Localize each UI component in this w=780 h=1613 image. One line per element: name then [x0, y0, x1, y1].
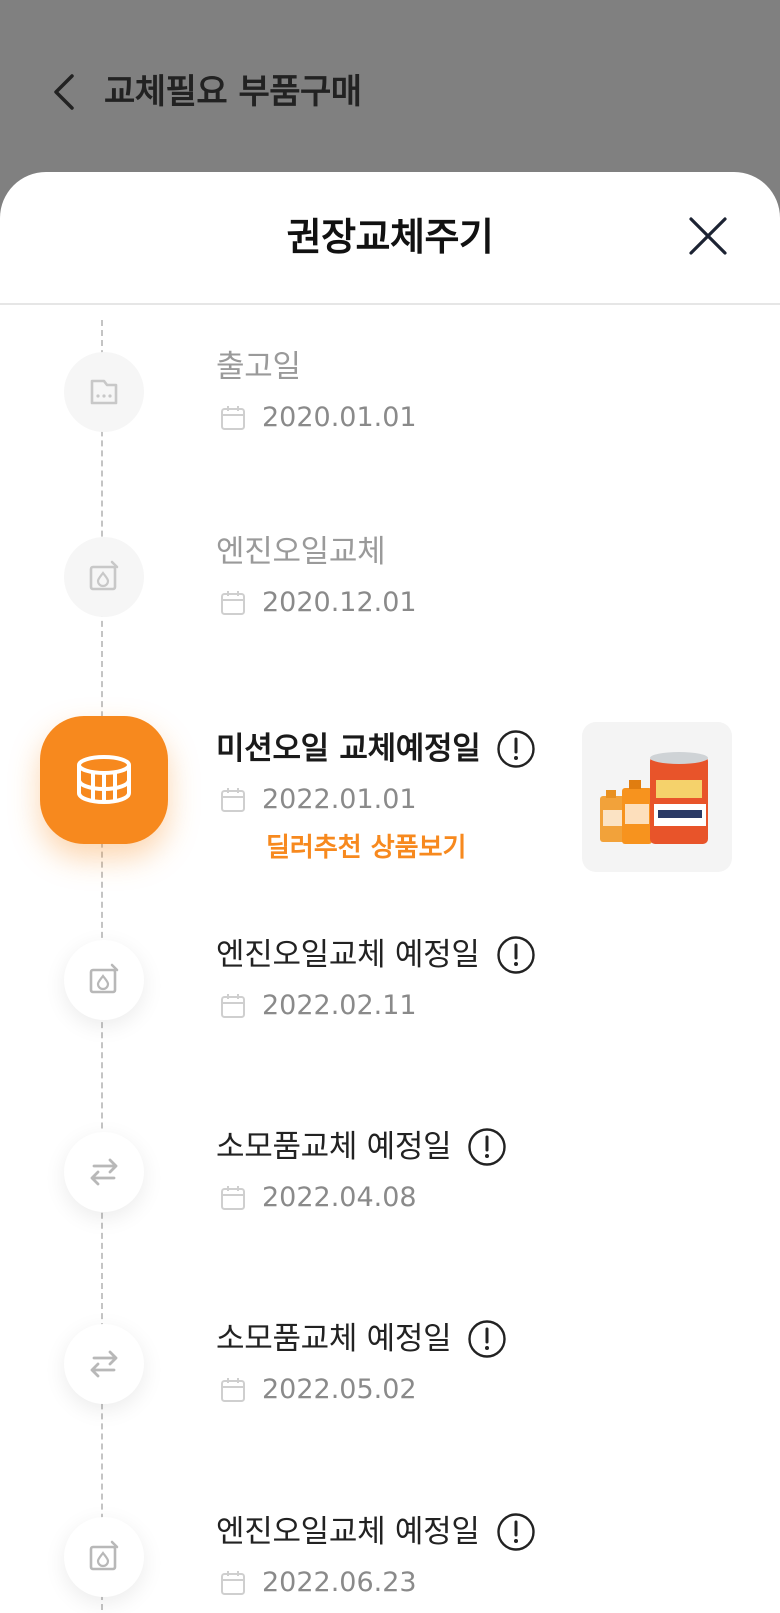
- calendar-icon: [220, 787, 246, 813]
- document-icon: [90, 379, 118, 405]
- calendar-icon: [220, 1570, 246, 1596]
- timeline-item-title: 엔진오일교체 예정일: [216, 934, 536, 976]
- timeline-item-title: 엔진오일교체: [216, 534, 386, 570]
- exchange-icon: [90, 1350, 118, 1378]
- alert-icon[interactable]: [496, 1512, 536, 1552]
- timeline-item-date: 2022.06.23: [220, 1565, 417, 1601]
- close-icon: [689, 217, 727, 255]
- back-button[interactable]: [44, 68, 84, 116]
- exchange-icon: [90, 1158, 118, 1186]
- chevron-left-icon: [54, 74, 74, 110]
- page-title: 교체필요 부품구매: [104, 72, 362, 112]
- sheet-title: 권장교체주기: [286, 215, 494, 259]
- timeline-icon-badge: [64, 1324, 144, 1404]
- timeline-item-title: 소모품교체 예정일: [216, 1318, 507, 1360]
- timeline-item-date: 2022.04.08: [220, 1180, 417, 1216]
- timeline-icon-badge: [64, 940, 144, 1020]
- alert-icon[interactable]: [496, 729, 536, 769]
- divider: [0, 303, 780, 305]
- calendar-icon: [220, 993, 246, 1019]
- calendar-icon: [220, 1185, 246, 1211]
- engine-oil-icon: [89, 963, 119, 994]
- timeline-item-date: 2020.01.01: [220, 400, 417, 436]
- timeline-item-date: 2022.05.02: [220, 1372, 417, 1408]
- alert-icon[interactable]: [467, 1127, 507, 1167]
- calendar-icon: [220, 1377, 246, 1403]
- timeline-item-date: 2022.01.01: [220, 782, 417, 818]
- alert-icon[interactable]: [496, 935, 536, 975]
- calendar-icon: [220, 590, 246, 616]
- timeline-icon-badge-active: [40, 716, 168, 844]
- calendar-icon: [220, 405, 246, 431]
- oil-products-image[interactable]: [582, 722, 732, 872]
- timeline-icon-badge: [64, 1517, 144, 1597]
- app-header: 교체필요 부품구매: [0, 0, 780, 180]
- transmission-oil-icon: [77, 755, 131, 805]
- timeline-item-title: 출고일: [216, 349, 301, 385]
- timeline-icon-badge: [64, 1132, 144, 1212]
- timeline-icon-badge: [64, 352, 144, 432]
- engine-oil-icon: [89, 560, 119, 591]
- timeline-icon-badge: [64, 537, 144, 617]
- timeline-item-date: 2020.12.01: [220, 585, 417, 621]
- dealer-recommended-products-link[interactable]: 딜러추천 상품보기: [266, 830, 466, 866]
- close-button[interactable]: [684, 212, 732, 260]
- timeline-item-title: 미션오일 교체예정일: [216, 728, 536, 770]
- engine-oil-icon: [89, 1540, 119, 1571]
- timeline-item-title: 엔진오일교체 예정일: [216, 1511, 536, 1553]
- bottom-sheet: 권장교체주기 출고일 2020.01.01 엔진오일교체 2020.12.01: [0, 172, 780, 1613]
- timeline-item-title: 소모품교체 예정일: [216, 1126, 507, 1168]
- timeline-item-date: 2022.02.11: [220, 988, 417, 1024]
- alert-icon[interactable]: [467, 1319, 507, 1359]
